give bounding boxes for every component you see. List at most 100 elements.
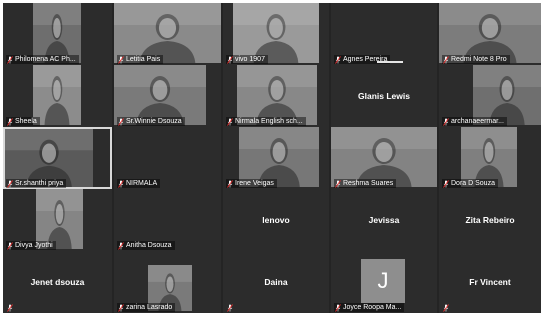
- participant-name-label: Anitha Dsouza: [117, 241, 175, 250]
- participant-name-center: Glanis Lewis: [358, 91, 410, 101]
- participant-tile[interactable]: Glanis Lewis: [331, 65, 437, 127]
- participant-name-label: NIRMALA: [117, 179, 161, 188]
- participant-name-center: lenovo: [262, 215, 290, 225]
- participant-name-center: Fr Vincent: [469, 277, 511, 287]
- participant-name: Divya Jyothi: [15, 242, 53, 249]
- participant-name: Anitha Dsouza: [126, 242, 172, 249]
- mic-muted-icon: [335, 55, 341, 64]
- participant-video: [439, 3, 541, 63]
- participant-tile[interactable]: Philomena AC Ph...: [3, 3, 112, 65]
- participant-name: Philomena AC Ph...: [15, 56, 76, 63]
- participant-tile[interactable]: Irene Veigas: [223, 127, 329, 189]
- mic-muted-icon: [443, 55, 449, 64]
- participant-video: [33, 3, 81, 63]
- participant-tile[interactable]: Anitha Dsouza: [114, 189, 221, 251]
- participant-video: [114, 3, 221, 63]
- participant-video: [36, 189, 83, 249]
- participant-name: Sheela: [15, 118, 37, 125]
- mic-muted-icon: [443, 304, 449, 312]
- participant-tile[interactable]: J Joyce Roopa Ma...: [331, 251, 437, 313]
- participant-tile[interactable]: Nirmala English sch...: [223, 65, 329, 127]
- participant-name: Sr.shanthi priya: [15, 180, 64, 187]
- participant-name: Joyce Roopa Ma...: [343, 304, 402, 311]
- mic-muted-icon: [227, 179, 233, 188]
- participant-tile[interactable]: Sr.shanthi priya: [3, 127, 112, 189]
- participant-tile[interactable]: zarina Lasrado: [114, 251, 221, 313]
- participant-name-label: [442, 304, 452, 312]
- mic-muted-icon: [118, 117, 124, 126]
- participant-video: [233, 3, 319, 63]
- participant-name-label: Dora D Souza: [442, 179, 498, 188]
- participant-tile[interactable]: Letitia Pais: [114, 3, 221, 65]
- mic-muted-icon: [335, 179, 341, 188]
- participant-name-label: Philomena AC Ph...: [6, 55, 79, 64]
- participant-tile[interactable]: Reshma Suares: [331, 127, 437, 189]
- participant-video: [239, 127, 319, 187]
- participant-tile[interactable]: lenovo: [223, 189, 329, 251]
- mic-muted-icon: [227, 55, 233, 64]
- participant-name: NIRMALA: [126, 180, 158, 187]
- participant-tile[interactable]: NIRMALA: [114, 127, 221, 189]
- participant-name-label: archanaeermar...: [442, 117, 507, 126]
- participant-tile[interactable]: Daina: [223, 251, 329, 313]
- participant-name-center: Jenet dsouza: [30, 277, 85, 287]
- participant-name: Letitia Pais: [126, 56, 161, 63]
- mic-muted-icon: [118, 55, 124, 64]
- participant-tile[interactable]: Dora D Souza: [439, 127, 541, 189]
- participant-name-label: Divya Jyothi: [6, 241, 56, 250]
- participant-avatar: J: [361, 259, 405, 303]
- participant-tile[interactable]: Fr Vincent: [439, 251, 541, 313]
- participant-name-label: Sr.Winnie Dsouza: [117, 117, 185, 126]
- participant-name: Reshma Suares: [343, 180, 394, 187]
- participant-video: [114, 65, 206, 125]
- participant-name: Redmi Note 8 Pro: [451, 56, 507, 63]
- mic-muted-icon: [118, 241, 124, 250]
- participant-tile[interactable]: vivo 1907: [223, 3, 329, 65]
- participant-name-label: Letitia Pais: [117, 55, 164, 64]
- participant-name: Dora D Souza: [451, 180, 495, 187]
- participant-tile[interactable]: Jenet dsouza: [3, 251, 112, 313]
- mic-muted-icon: [7, 117, 13, 126]
- gallery-grid: Philomena AC Ph... Letitia Pais vivo 1907 A…: [3, 3, 541, 313]
- participant-tile[interactable]: Agnes Pereira: [331, 3, 437, 65]
- participant-name-label: Redmi Note 8 Pro: [442, 55, 510, 64]
- participant-name-center: Jevissa: [368, 215, 400, 225]
- participant-name-label: Reshma Suares: [334, 179, 397, 188]
- speaking-indicator: [377, 61, 403, 63]
- participant-name: vivo 1907: [235, 56, 265, 63]
- participant-tile[interactable]: Redmi Note 8 Pro: [439, 3, 541, 65]
- mic-muted-icon: [227, 304, 233, 312]
- mic-muted-icon: [7, 179, 13, 188]
- participant-video: [473, 65, 541, 125]
- mic-muted-icon: [443, 179, 449, 188]
- participant-name-label: [6, 304, 16, 312]
- participant-name-label: Irene Veigas: [226, 179, 277, 188]
- mic-muted-icon: [118, 303, 124, 312]
- participant-name: zarina Lasrado: [126, 304, 173, 311]
- mic-muted-icon: [7, 241, 13, 250]
- participant-tile[interactable]: archanaeermar...: [439, 65, 541, 127]
- participant-tile[interactable]: Zita Rebeiro: [439, 189, 541, 251]
- mic-muted-icon: [227, 117, 233, 126]
- participant-tile[interactable]: Sheela: [3, 65, 112, 127]
- participant-video: [461, 127, 517, 187]
- participant-name: archanaeermar...: [451, 118, 504, 125]
- mic-muted-icon: [7, 55, 13, 64]
- participant-tile[interactable]: Divya Jyothi: [3, 189, 112, 251]
- participant-name-center: Zita Rebeiro: [465, 215, 515, 225]
- participant-tile[interactable]: Jevissa: [331, 189, 437, 251]
- mic-muted-icon: [443, 117, 449, 126]
- participant-video: [331, 127, 437, 187]
- participant-name-label: Sr.shanthi priya: [6, 179, 67, 188]
- participant-video: [237, 65, 317, 125]
- participant-name: Nirmala English sch...: [235, 118, 303, 125]
- participant-name: Irene Veigas: [235, 180, 274, 187]
- participant-name-label: zarina Lasrado: [117, 303, 176, 312]
- mic-muted-icon: [118, 179, 124, 188]
- participant-tile[interactable]: Sr.Winnie Dsouza: [114, 65, 221, 127]
- mic-muted-icon: [7, 304, 13, 312]
- participant-name-label: Joyce Roopa Ma...: [334, 303, 405, 312]
- participant-name-label: Sheela: [6, 117, 40, 126]
- participant-name-center: Daina: [264, 277, 288, 287]
- mic-muted-icon: [335, 303, 341, 312]
